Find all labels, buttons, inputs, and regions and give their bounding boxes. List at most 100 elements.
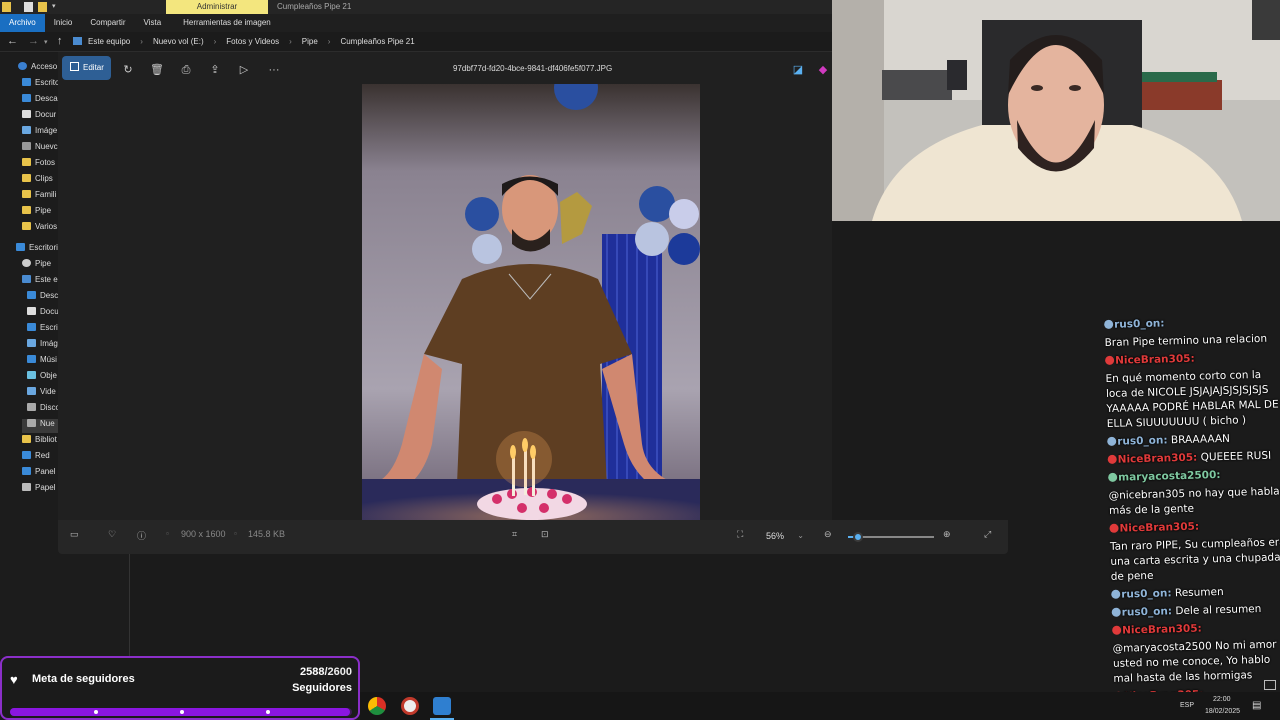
chat-text: Tan raro PIPE, Su cumpleaños era una car…	[1109, 536, 1280, 583]
sidebar-item-clips[interactable]: Clips	[22, 174, 53, 188]
chat-username[interactable]: maryacosta2500:	[1118, 469, 1221, 484]
sidebar-item-nuevo-vol[interactable]: Nue	[22, 419, 58, 433]
info-icon[interactable]: ⓘ	[137, 529, 146, 542]
photos-taskbar-icon[interactable]	[433, 697, 451, 715]
heart-icon: ♥	[10, 672, 18, 687]
clock-time[interactable]: 22:00	[1213, 696, 1231, 703]
chat-username[interactable]: rus0_on:	[1114, 317, 1165, 330]
sidebar-item-escritorio-2[interactable]: Escri	[27, 323, 58, 337]
chat-username[interactable]: NiceBran305:	[1122, 623, 1202, 637]
recent-chevron-icon[interactable]: ▾	[44, 38, 48, 46]
clock-date[interactable]: 18/02/2025	[1205, 708, 1240, 715]
chat-username[interactable]: NiceBran305:	[1115, 353, 1195, 367]
share-icon[interactable]: ⇪	[205, 62, 225, 78]
tab-compartir[interactable]: Compartir	[81, 14, 134, 32]
sidebar-item-imagenes-2[interactable]: Imág	[27, 339, 58, 353]
sidebar-item-descargas[interactable]: Desca	[22, 94, 58, 108]
sidebar-item-user[interactable]: Pipe	[22, 259, 51, 273]
chat-message: rus0_on: BRAAAAAN	[1107, 430, 1280, 450]
chrome-icon[interactable]	[368, 697, 386, 715]
designer-icon[interactable]: ◆	[818, 62, 828, 78]
up-icon[interactable]: ↑	[57, 35, 63, 47]
chat-text: En qué momento corto con la loca de NICO…	[1105, 368, 1279, 430]
delete-icon[interactable]: 🗑	[147, 62, 167, 78]
filmstrip-icon[interactable]: ▭	[70, 529, 79, 540]
more-options-icon[interactable]: ···	[264, 62, 284, 78]
sidebar-item-fotos[interactable]: Fotos	[22, 158, 55, 172]
goal-milestone	[94, 710, 98, 714]
breadcrumb-item[interactable]: Nuevo vol (E:)	[153, 37, 204, 46]
favorite-icon[interactable]: ♡	[108, 529, 116, 540]
sidebar-item-disco-local[interactable]: Disco	[27, 403, 60, 417]
sidebar-item-panel[interactable]: Panel	[22, 467, 55, 481]
pictures-icon	[22, 126, 31, 134]
goal-milestone	[180, 710, 184, 714]
zoom-in-icon[interactable]: ⊕	[943, 529, 951, 540]
fullscreen-icon[interactable]: ⤢	[984, 529, 991, 540]
sidebar-item-bibliotecas[interactable]: Bibliot	[22, 435, 57, 449]
sidebar-item-nuevo[interactable]: Nuevc	[22, 142, 58, 156]
zoom-slider[interactable]	[848, 532, 934, 542]
chat-username[interactable]: rus0_on:	[1121, 587, 1172, 600]
chat-username[interactable]: rus0_on:	[1122, 605, 1173, 618]
breadcrumb-item[interactable]: Este equipo	[88, 37, 130, 46]
sidebar-item-papelera[interactable]: Papel	[22, 483, 55, 497]
zoom-slider-thumb[interactable]	[853, 532, 864, 542]
zoom-select[interactable]: 56% ⌄	[758, 525, 810, 547]
viewer-bottom-bar: ▭ ♡ ⓘ ▫ 900 x 1600 ▫ 145.8 KB ⌗ ⊡ ⛶ 56% ⌄…	[58, 520, 1008, 554]
crop-icon[interactable]: ⌗	[512, 529, 517, 540]
sidebar-item-pipe[interactable]: Pipe	[22, 206, 51, 220]
chat-username[interactable]: NiceBran305:	[1119, 521, 1199, 535]
photos-app-icon[interactable]: ◪	[788, 62, 808, 78]
slideshow-icon[interactable]: ▷	[234, 62, 254, 78]
cube-icon	[27, 371, 36, 379]
tab-vista[interactable]: Vista	[135, 14, 171, 32]
chat-username[interactable]: rus0_on:	[1117, 434, 1168, 447]
chat-message: NiceBran305:	[1104, 349, 1280, 369]
edit-button[interactable]: Editar	[62, 56, 111, 80]
breadcrumb-item[interactable]: Fotos y Videos	[226, 37, 279, 46]
back-icon[interactable]: ←	[7, 35, 18, 47]
show-desktop-icon[interactable]	[1264, 680, 1276, 690]
sidebar-item-varios[interactable]: Varios	[22, 222, 57, 236]
sidebar-item-documentos-2[interactable]: Docu	[27, 307, 59, 321]
sidebar-item-este-equipo[interactable]: Este e	[22, 275, 58, 289]
sidebar-item-imagenes[interactable]: Imáge	[22, 126, 57, 140]
visual-search-icon[interactable]: ⊡	[541, 529, 549, 540]
chat-username[interactable]: NiceBran305:	[1118, 452, 1198, 466]
print-icon[interactable]: ⎙	[176, 62, 196, 78]
chat-badge-icon	[1104, 355, 1115, 365]
birthday-photo	[362, 84, 700, 520]
edit-label: Editar	[83, 63, 104, 72]
sidebar-item-red[interactable]: Red	[22, 451, 50, 465]
goal-count: 2588/2600	[300, 666, 352, 678]
sidebar-item-documentos[interactable]: Docur	[22, 110, 56, 124]
tab-archivo[interactable]: Archivo	[0, 14, 45, 32]
chevron-down-icon[interactable]: ▾	[52, 2, 58, 12]
sidebar-item-videos[interactable]: Vide	[27, 387, 56, 401]
rotate-icon[interactable]: ↻	[118, 62, 138, 78]
manage-tab[interactable]: Administrar	[166, 0, 268, 14]
recording-app-icon[interactable]	[401, 697, 419, 715]
folder-icon[interactable]	[2, 2, 11, 12]
drive-icon	[27, 403, 36, 411]
tab-herramientas-imagen[interactable]: Herramientas de imagen	[174, 14, 280, 32]
new-folder-icon[interactable]	[38, 2, 47, 12]
breadcrumb-item[interactable]: Cumpleaños Pipe 21	[340, 37, 414, 46]
sidebar-item-familia[interactable]: Famili	[22, 190, 56, 204]
sidebar-item-label: Famili	[35, 190, 57, 199]
properties-icon[interactable]	[24, 2, 33, 12]
sidebar-item-objetos-3d[interactable]: Obje	[27, 371, 57, 385]
tab-inicio[interactable]: Inicio	[45, 14, 82, 32]
sidebar-item-musica[interactable]: Músi	[27, 355, 57, 369]
zoom-out-icon[interactable]: ⊖	[824, 529, 832, 540]
sidebar-item-escritorio-root[interactable]: Escritori	[16, 243, 58, 257]
breadcrumb-item[interactable]: Pipe	[302, 37, 318, 46]
sidebar-item-descargas-2[interactable]: Desc	[27, 291, 58, 305]
notifications-icon[interactable]: ▤	[1252, 700, 1261, 711]
language-indicator[interactable]: ESP	[1180, 702, 1194, 709]
forward-icon[interactable]: →	[28, 35, 39, 47]
fit-to-window-icon[interactable]: ⛶	[737, 529, 743, 540]
sidebar-item-escritorio[interactable]: Escrito	[22, 78, 59, 92]
sidebar-item-acceso[interactable]: Acceso	[18, 62, 57, 76]
